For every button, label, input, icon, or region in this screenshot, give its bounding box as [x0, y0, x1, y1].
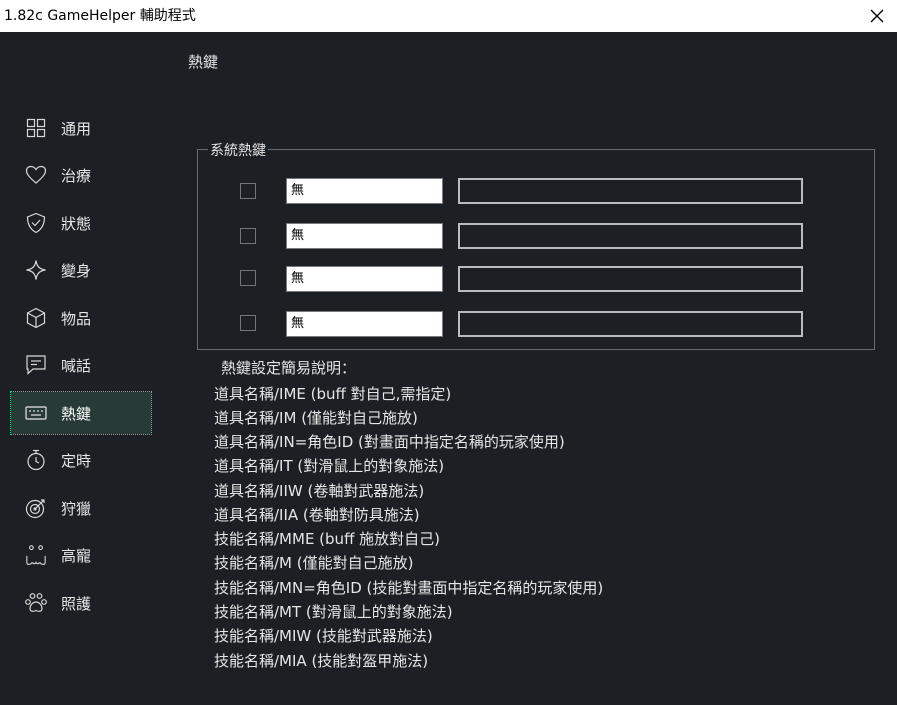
help-line: 道具名稱/IN=角色ID (對畫面中指定名稱的玩家使用) — [214, 433, 565, 451]
close-icon — [870, 9, 884, 23]
hotkey-key-field-1[interactable]: 無 — [286, 178, 443, 204]
help-line: 道具名稱/IIW (卷軸對武器施法) — [214, 482, 425, 500]
hotkey-checkbox-4[interactable] — [240, 315, 256, 331]
sidebar-item-label: 狩獵 — [61, 499, 92, 518]
group-title: 系統熱鍵 — [208, 142, 268, 160]
keyboard-icon — [25, 402, 47, 424]
help-line: 道具名稱/IT (對滑鼠上的對象施法) — [214, 457, 445, 475]
hotkey-item-field-4[interactable] — [458, 311, 803, 337]
hotkey-item-field-1[interactable] — [458, 178, 803, 204]
sidebar-item-label: 照護 — [61, 594, 92, 613]
sidebar-item-status[interactable]: 狀態 — [11, 202, 151, 244]
shield-icon — [25, 212, 47, 234]
sidebar-item-care[interactable]: 照護 — [11, 582, 151, 624]
sidebar-item-hunting[interactable]: 狩獵 — [11, 487, 151, 529]
help-line: 技能名稱/MIA (技能對盔甲施法) — [214, 652, 429, 670]
sidebar-item-label: 喊話 — [61, 356, 92, 375]
main-area: 熱鍵 通用 治療 狀態 變身 物品 喊話 熱鍵 定時 狩獵 高寵 照護 系統熱鍵… — [0, 32, 897, 705]
sidebar-item-timer[interactable]: 定時 — [11, 439, 151, 481]
hotkey-item-field-3[interactable] — [458, 266, 803, 292]
help-line: 技能名稱/MIW (技能對武器施法) — [214, 627, 433, 645]
hotkey-key-field-4[interactable]: 無 — [286, 311, 443, 337]
hotkey-checkbox-2[interactable] — [240, 228, 256, 244]
help-line: 技能名稱/MT (對滑鼠上的對象施法) — [214, 603, 453, 621]
sparkle-icon — [25, 259, 47, 281]
sidebar-item-transform[interactable]: 變身 — [11, 249, 151, 291]
sidebar-item-label: 物品 — [61, 309, 92, 328]
hotkey-key-field-3[interactable]: 無 — [286, 266, 443, 292]
help-line: 技能名稱/MN=角色ID (技能對畫面中指定名稱的玩家使用) — [214, 579, 604, 597]
help-line: 道具名稱/IME (buff 對自己,需指定) — [214, 385, 452, 403]
sidebar-item-pet[interactable]: 高寵 — [11, 534, 151, 576]
window-title: 1.82c GameHelper 輔助程式 — [4, 8, 196, 24]
hotkey-checkbox-3[interactable] — [240, 270, 256, 286]
sidebar-item-label: 狀態 — [61, 214, 92, 233]
target-icon — [25, 497, 47, 519]
sidebar-item-items[interactable]: 物品 — [11, 297, 151, 339]
hotkey-item-field-2[interactable] — [458, 223, 803, 249]
heart-icon — [25, 164, 47, 186]
pet-face-icon — [25, 544, 47, 566]
close-button[interactable] — [862, 4, 892, 28]
page-title: 熱鍵 — [188, 53, 219, 71]
box-icon — [25, 307, 47, 329]
window-titlebar: 1.82c GameHelper 輔助程式 — [0, 0, 897, 32]
paw-icon — [25, 592, 47, 614]
sidebar-item-label: 熱鍵 — [61, 404, 92, 423]
chat-icon — [25, 354, 47, 376]
sidebar-item-general[interactable]: 通用 — [11, 107, 151, 149]
help-title: 熱鍵設定簡易說明： — [221, 359, 357, 377]
hotkey-key-field-2[interactable]: 無 — [286, 223, 443, 249]
sidebar-item-hotkey[interactable]: 熱鍵 — [10, 391, 152, 435]
help-line: 道具名稱/IM (僅能對自己施放) — [214, 409, 418, 427]
sidebar-item-label: 通用 — [61, 119, 92, 138]
hotkey-checkbox-1[interactable] — [240, 183, 256, 199]
help-line: 技能名稱/MME (buff 施放對自己) — [214, 530, 441, 548]
stopwatch-icon — [25, 449, 47, 471]
sidebar-item-heal[interactable]: 治療 — [11, 154, 151, 196]
grid-icon — [25, 117, 47, 139]
help-line: 道具名稱/IIA (卷軸對防具施法) — [214, 506, 420, 524]
sidebar-item-shout[interactable]: 喊話 — [11, 344, 151, 386]
sidebar-item-label: 定時 — [61, 451, 92, 470]
help-line: 技能名稱/M (僅能對自己施放) — [214, 554, 414, 572]
sidebar-item-label: 治療 — [61, 166, 92, 185]
sidebar-item-label: 高寵 — [61, 546, 92, 565]
sidebar-item-label: 變身 — [61, 261, 92, 280]
